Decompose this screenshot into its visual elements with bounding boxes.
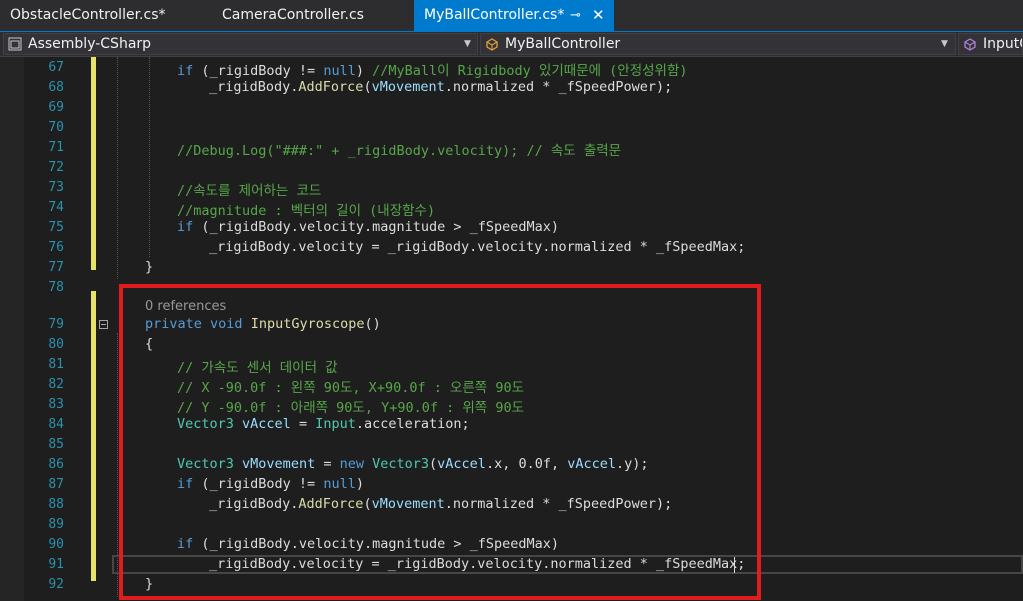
member-dropdown[interactable]: InputG xyxy=(958,33,1023,55)
annotation-highlight-box xyxy=(119,284,761,600)
class-icon xyxy=(486,38,498,51)
tab-label: MyBallController.cs* xyxy=(424,7,565,23)
line-number: 80 xyxy=(48,337,64,352)
line-number: 81 xyxy=(48,357,64,372)
line-number: 85 xyxy=(48,437,64,452)
code-line-76: _rigidBody.velocity = _rigidBody.velocit… xyxy=(209,239,746,255)
code-line-67: if (_rigidBody != null) //MyBall이 Rigidb… xyxy=(177,63,688,79)
project-dropdown[interactable]: Assembly-CSharp ▼ xyxy=(3,33,478,55)
change-marker xyxy=(91,291,96,581)
tab-label: CameraController.cs xyxy=(222,7,364,23)
line-number: 82 xyxy=(48,377,64,392)
line-number: 90 xyxy=(48,537,64,552)
change-marker xyxy=(91,57,96,270)
tab-label: ObstacleController.cs* xyxy=(10,7,166,23)
code-line-68: _rigidBody.AddForce(vMovement.normalized… xyxy=(209,79,673,95)
class-name: MyBallController xyxy=(505,36,621,52)
glyph-margin xyxy=(0,57,24,601)
indent-guide xyxy=(149,57,150,257)
collapse-toggle[interactable] xyxy=(99,320,108,329)
member-name: InputG xyxy=(983,36,1022,52)
line-number: 84 xyxy=(48,417,64,432)
line-number: 75 xyxy=(48,220,64,235)
line-number: 83 xyxy=(48,397,64,412)
tab-myball-controller[interactable]: MyBallController.cs* ⊸ ✕ xyxy=(414,0,614,31)
line-number: 77 xyxy=(48,260,64,275)
code-line-71: //Debug.Log("###:" + _rigidBody.velocity… xyxy=(177,143,622,159)
document-tab-bar: ObstacleController.cs* CameraController.… xyxy=(0,0,1023,32)
project-icon xyxy=(8,37,22,51)
method-icon xyxy=(964,38,976,51)
line-number: 91 xyxy=(48,557,64,572)
chevron-down-icon: ▼ xyxy=(464,39,471,49)
indent-guide xyxy=(117,57,118,279)
line-number: 67 xyxy=(48,60,64,75)
line-number: 74 xyxy=(48,200,64,215)
project-name: Assembly-CSharp xyxy=(28,36,152,52)
code-editor[interactable]: 67 68 69 70 71 72 73 74 75 76 77 78 79 8… xyxy=(0,57,1023,601)
line-number: 86 xyxy=(48,457,64,472)
tab-obstacle-controller[interactable]: ObstacleController.cs* xyxy=(0,0,200,31)
line-number: 89 xyxy=(48,517,64,532)
line-number: 87 xyxy=(48,477,64,492)
line-number: 71 xyxy=(48,140,64,155)
line-number: 68 xyxy=(48,80,64,95)
code-line-73: //속도를 제어하는 코드 xyxy=(177,183,322,199)
line-number: 69 xyxy=(48,100,64,115)
line-number: 88 xyxy=(48,497,64,512)
line-number: 78 xyxy=(48,280,64,295)
tab-camera-controller[interactable]: CameraController.cs xyxy=(212,0,412,31)
class-dropdown[interactable]: MyBallController ▼ xyxy=(480,33,956,55)
line-number: 79 xyxy=(48,317,64,332)
line-number: 73 xyxy=(48,180,64,195)
code-line-77: } xyxy=(145,259,154,275)
close-icon[interactable]: ✕ xyxy=(592,0,605,31)
line-number: 76 xyxy=(48,240,64,255)
pin-icon[interactable]: ⊸ xyxy=(570,0,581,31)
chevron-down-icon: ▼ xyxy=(941,39,948,49)
line-number: 72 xyxy=(48,160,64,175)
code-line-75: if (_rigidBody.velocity.magnitude > _fSp… xyxy=(177,219,560,235)
code-line-74: //magnitude : 벡터의 길이 (내장함수) xyxy=(177,203,436,219)
line-number: 70 xyxy=(48,120,64,135)
navigation-bar: Assembly-CSharp ▼ MyBallController ▼ Inp… xyxy=(0,32,1023,57)
line-number: 92 xyxy=(48,577,64,592)
